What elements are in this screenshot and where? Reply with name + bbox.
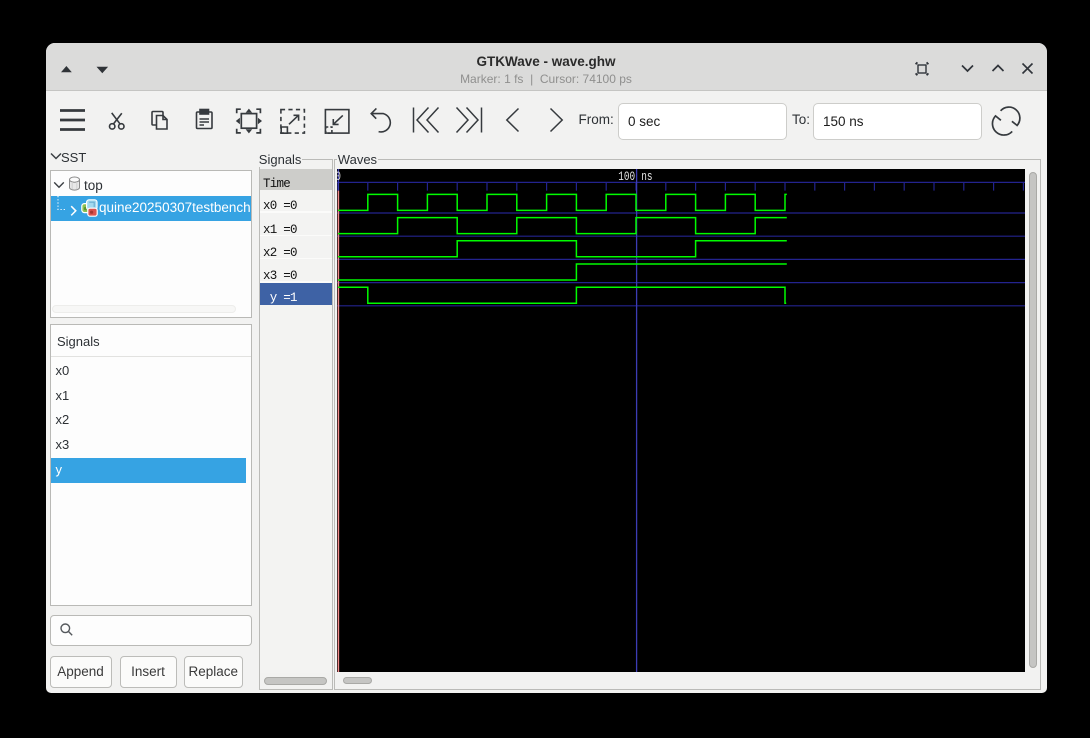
svg-text:100: 100 — [618, 170, 635, 184]
svg-text:ns: ns — [641, 170, 652, 184]
svg-text:0: 0 — [337, 170, 341, 184]
